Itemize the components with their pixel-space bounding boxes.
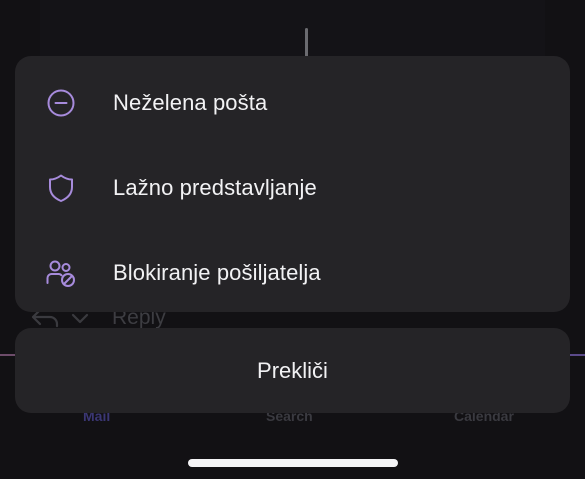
home-indicator[interactable]	[188, 459, 398, 467]
minus-circle-icon	[45, 87, 77, 119]
menu-item-junk[interactable]: Neželena pošta	[15, 60, 570, 145]
cancel-label: Prekliči	[257, 357, 328, 383]
menu-item-phishing[interactable]: Lažno predstavljanje	[15, 145, 570, 230]
block-people-icon	[45, 257, 77, 289]
menu-item-label: Lažno predstavljanje	[113, 174, 317, 200]
menu-item-label: Neželena pošta	[113, 89, 268, 115]
cancel-button[interactable]: Prekliči	[15, 328, 570, 413]
shield-icon	[45, 172, 77, 204]
action-sheet: Neželena pošta Lažno predstavljanje Blok…	[15, 56, 570, 312]
menu-item-block-sender[interactable]: Blokiranje pošiljatelja	[15, 230, 570, 315]
menu-item-label: Blokiranje pošiljatelja	[113, 259, 321, 285]
